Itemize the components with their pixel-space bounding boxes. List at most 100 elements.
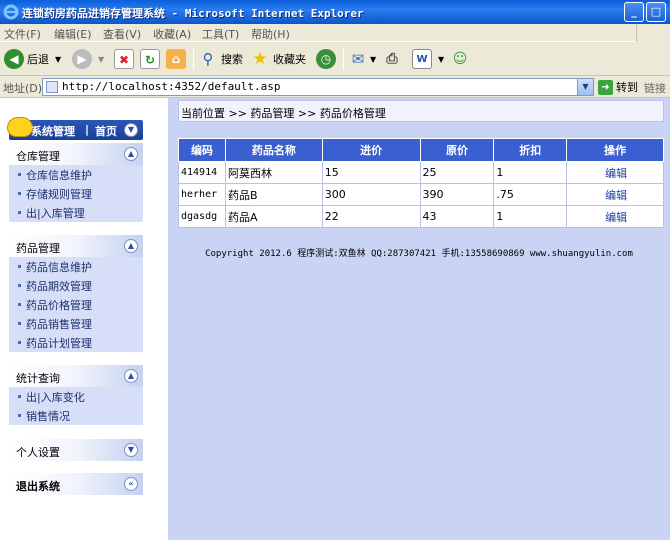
edit-link[interactable]: 编辑 — [566, 183, 664, 206]
chevron-up-icon[interactable]: ▲ — [124, 369, 138, 383]
mail-button[interactable]: ✉ ▼ — [348, 47, 376, 71]
forward-button[interactable]: ▶ ▼ — [72, 47, 104, 71]
cell-purchase-price: 300 — [321, 183, 421, 206]
group-personal: 个人设置 ▼ — [9, 439, 143, 461]
windows-flag-icon — [636, 24, 670, 42]
sidebar-item-drug-price[interactable]: 药品价格管理 — [9, 295, 143, 314]
sidebar-item-sales-status[interactable]: 销售情况 — [9, 406, 143, 425]
home-button[interactable]: ⌂ — [166, 47, 186, 71]
mail-icon: ✉ — [348, 49, 368, 69]
group-drugs: 药品管理 ▲ 药品信息维护 药品期效管理 药品价格管理 药品销售管理 药品计划管… — [9, 235, 143, 352]
bullet-icon — [18, 173, 21, 176]
favorites-label: 收藏夹 — [273, 53, 306, 66]
table-row: 414914 阿莫西林 15 25 1 编辑 — [178, 161, 664, 184]
copyright-footer: Copyright 2012.6 程序测试:双鱼林 QQ:287307421 手… — [205, 249, 633, 259]
back-dropdown-icon[interactable]: ▼ — [55, 55, 61, 64]
chevron-down-icon[interactable]: ▼ — [124, 443, 138, 457]
links-button[interactable]: 链接 — [644, 80, 666, 96]
bullet-icon — [18, 284, 21, 287]
home-link[interactable]: 首页 — [95, 123, 117, 139]
group-header[interactable]: 仓库管理 ▲ — [9, 143, 143, 165]
menu-favorites[interactable]: 收藏(A) — [153, 26, 191, 42]
menu-edit[interactable]: 编辑(E) — [54, 26, 92, 42]
toolbar: ◀ 后退 ▼ ▶ ▼ ✖ ↻ ⌂ ⚲ 搜索 ★ 收藏夹 ◷ ✉ ▼ ⎙ W ▼ … — [0, 42, 670, 76]
sidebar-item-inout[interactable]: 出|入库管理 — [9, 203, 143, 222]
bullet-icon — [18, 322, 21, 325]
sidebar-item-inout-change[interactable]: 出|入库变化 — [9, 387, 143, 406]
go-arrow-icon: ➜ — [598, 79, 613, 95]
maximize-button[interactable]: □ — [646, 2, 666, 22]
menu-tools[interactable]: 工具(T) — [202, 26, 239, 42]
sidebar-item-label: 出|入库变化 — [26, 390, 85, 404]
sidebar-item-label: 药品信息维护 — [26, 260, 92, 274]
print-button[interactable]: ⎙ — [382, 47, 402, 71]
bullet-icon — [18, 395, 21, 398]
chevron-down-icon[interactable]: ▼ — [124, 123, 138, 137]
column-header-code: 编码 — [178, 138, 226, 162]
forward-dropdown-icon[interactable]: ▼ — [98, 55, 104, 64]
go-button[interactable]: ➜ 转到 — [598, 79, 638, 95]
address-input[interactable]: http://localhost:4352/default.asp ▼ — [42, 78, 594, 96]
bullet-icon — [18, 211, 21, 214]
logout-link[interactable]: 退出系统 — [16, 478, 60, 494]
favorites-button[interactable]: ★ 收藏夹 — [250, 47, 306, 71]
menu-help[interactable]: 帮助(H) — [251, 26, 290, 42]
sidebar-item-warehouse-info[interactable]: 仓库信息维护 — [9, 165, 143, 184]
chevron-up-icon[interactable]: ▲ — [124, 239, 138, 253]
sidebar-item-label: 销售情况 — [26, 409, 70, 423]
sidebar-item-storage-rules[interactable]: 存储规则管理 — [9, 184, 143, 203]
search-icon: ⚲ — [198, 49, 218, 69]
cell-discount: .75 — [493, 183, 568, 206]
edit-word-button[interactable]: W ▼ — [412, 47, 444, 71]
column-header-discount: 折扣 — [493, 138, 568, 162]
refresh-icon: ↻ — [140, 49, 160, 69]
history-button[interactable]: ◷ — [316, 47, 336, 71]
system-management-link[interactable]: 系统管理 — [31, 123, 75, 139]
star-icon: ★ — [250, 49, 270, 69]
cell-code: dgasdg — [178, 205, 226, 228]
refresh-button[interactable]: ↻ — [140, 47, 160, 71]
edit-dropdown-icon[interactable]: ▼ — [438, 55, 444, 64]
back-button[interactable]: ◀ 后退 ▼ — [4, 47, 61, 71]
toolbar-separator — [193, 48, 194, 70]
cell-code: herher — [178, 183, 226, 206]
go-label: 转到 — [616, 81, 638, 94]
sidebar-item-label: 出|入库管理 — [26, 206, 85, 220]
menu-file[interactable]: 文件(F) — [4, 26, 41, 42]
mail-dropdown-icon[interactable]: ▼ — [370, 55, 376, 64]
minimize-button[interactable]: _ — [624, 2, 644, 22]
group-header[interactable]: 药品管理 ▲ — [9, 235, 143, 257]
group-title: 仓库管理 — [16, 150, 60, 163]
address-url[interactable]: http://localhost:4352/default.asp — [62, 80, 281, 93]
group-logout: 退出系统 « — [9, 473, 143, 495]
system-logo-icon — [7, 117, 33, 137]
menu-view[interactable]: 查看(V) — [103, 26, 141, 42]
toolbar-separator — [343, 48, 344, 70]
cell-discount: 1 — [493, 205, 568, 228]
group-header[interactable]: 退出系统 « — [9, 473, 143, 495]
chevron-up-icon[interactable]: ▲ — [124, 147, 138, 161]
page-icon — [46, 81, 58, 93]
stop-button[interactable]: ✖ — [114, 47, 134, 71]
sidebar-item-drug-plan[interactable]: 药品计划管理 — [9, 333, 143, 352]
breadcrumb-text: 当前位置 >> 药品管理 >> 药品价格管理 — [181, 107, 386, 120]
table-row: herher 药品B 300 390 .75 编辑 — [178, 183, 664, 206]
back-label: 后退 — [27, 53, 49, 66]
double-chevron-left-icon[interactable]: « — [124, 477, 138, 491]
sidebar-item-drug-sales[interactable]: 药品销售管理 — [9, 314, 143, 333]
table-header-row: 编码 药品名称 进价 原价 折扣 操作 — [178, 138, 664, 162]
forward-arrow-icon: ▶ — [72, 49, 92, 69]
group-title: 药品管理 — [16, 242, 60, 255]
edit-link[interactable]: 编辑 — [566, 161, 664, 184]
edit-link[interactable]: 编辑 — [566, 205, 664, 228]
messenger-button[interactable]: ☺ — [450, 47, 470, 71]
address-dropdown-icon[interactable]: ▼ — [577, 79, 593, 95]
sidebar-item-drug-info[interactable]: 药品信息维护 — [9, 257, 143, 276]
sidebar-item-label: 存储规则管理 — [26, 187, 92, 201]
sidebar-item-drug-expiry[interactable]: 药品期效管理 — [9, 276, 143, 295]
group-header[interactable]: 个人设置 ▼ — [9, 439, 143, 461]
header-separator: | — [85, 123, 90, 136]
search-label: 搜索 — [221, 53, 243, 66]
search-button[interactable]: ⚲ 搜索 — [198, 47, 243, 71]
group-header[interactable]: 统计查询 ▲ — [9, 365, 143, 387]
